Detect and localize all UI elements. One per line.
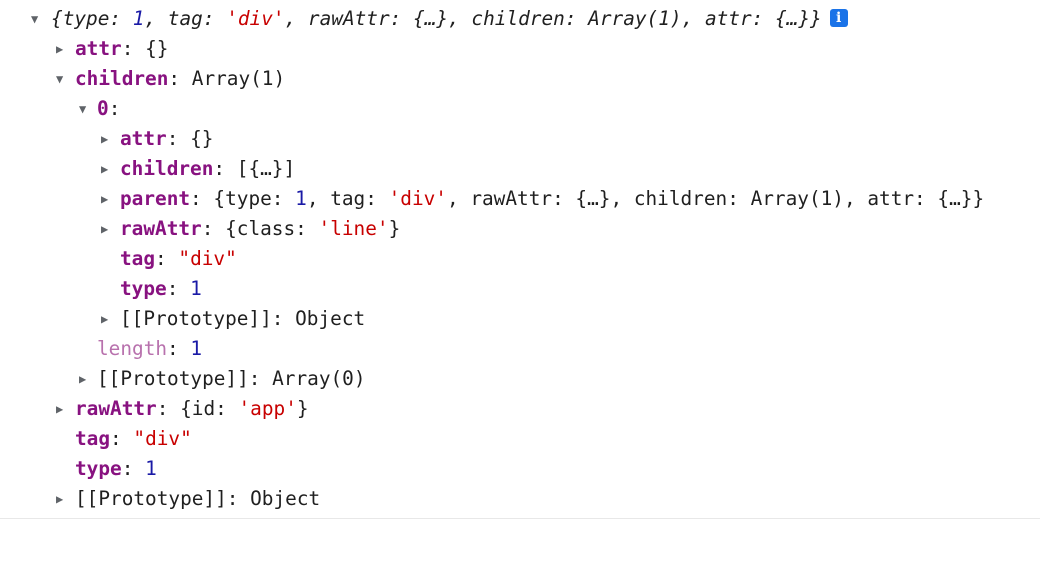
property-key: attr xyxy=(75,37,122,60)
property-value: 1 xyxy=(190,337,203,360)
property-key: type xyxy=(75,457,122,480)
collapsed-triangle-icon[interactable]: ▶ xyxy=(101,304,121,334)
property-key: parent xyxy=(120,187,191,210)
children-item-0-row[interactable]: ▼ 0: xyxy=(0,94,120,124)
property-value: Object xyxy=(250,487,321,510)
property-key: rawAttr xyxy=(120,217,202,240)
property-key: tag xyxy=(120,247,156,270)
property-value: "div" xyxy=(178,247,237,270)
item0-prototype-row[interactable]: ▶ [[Prototype]]: Object xyxy=(0,304,365,334)
property-key: [[Prototype]] xyxy=(75,487,227,510)
collapsed-triangle-icon[interactable]: ▶ xyxy=(79,364,99,394)
info-icon[interactable]: i xyxy=(829,9,848,27)
property-key: children xyxy=(120,157,214,180)
item0-attr-row[interactable]: ▶ attr: {} xyxy=(0,124,213,154)
property-value: Array(0) xyxy=(272,367,366,390)
property-key: attr xyxy=(120,127,167,150)
collapsed-triangle-icon[interactable]: ▶ xyxy=(101,214,121,244)
property-value: Object xyxy=(295,307,366,330)
property-value: 1 xyxy=(145,457,157,480)
collapsed-triangle-icon[interactable]: ▶ xyxy=(56,484,76,514)
collapsed-triangle-icon[interactable]: ▶ xyxy=(101,124,121,154)
root-prototype-row[interactable]: ▶ [[Prototype]]: Object xyxy=(0,484,320,514)
item0-rawattr-row[interactable]: ▶ rawAttr: {class: 'line'} xyxy=(0,214,400,244)
expanded-triangle-icon[interactable]: ▼ xyxy=(56,64,76,94)
root-tag-row: tag: "div" xyxy=(75,427,192,450)
property-key: length xyxy=(97,337,168,360)
property-key: rawAttr xyxy=(75,397,157,420)
property-key: [[Prototype]] xyxy=(120,307,272,330)
root-children-row[interactable]: ▼ children: Array(1) xyxy=(0,64,285,94)
property-key: 0 xyxy=(97,97,109,120)
expanded-triangle-icon[interactable]: ▼ xyxy=(79,94,99,124)
root-type-row: type: 1 xyxy=(75,457,157,480)
item0-parent-row[interactable]: ▶ parent: {type: 1, tag: 'div', rawAttr:… xyxy=(0,184,984,214)
property-key: type xyxy=(120,277,167,300)
collapsed-triangle-icon[interactable]: ▶ xyxy=(56,34,76,64)
root-object-summary: {type: 1, tag: 'div', rawAttr: {…}, chil… xyxy=(51,4,848,34)
children-length-row: length: 1 xyxy=(97,337,203,360)
root-rawattr-row[interactable]: ▶ rawAttr: {id: 'app'} xyxy=(0,394,309,424)
property-value: {} xyxy=(145,37,169,60)
property-value: [{…}] xyxy=(236,157,296,180)
property-key: [[Prototype]] xyxy=(97,367,249,390)
item0-children-row[interactable]: ▶ children: [{…}] xyxy=(0,154,295,184)
collapsed-triangle-icon[interactable]: ▶ xyxy=(56,394,76,424)
collapsed-triangle-icon[interactable]: ▶ xyxy=(101,184,121,214)
property-value: Array(1) xyxy=(191,67,286,90)
expanded-triangle-icon[interactable]: ▼ xyxy=(31,4,51,34)
collapsed-triangle-icon[interactable]: ▶ xyxy=(101,154,121,184)
property-value: 1 xyxy=(190,277,202,300)
console-row-divider xyxy=(0,518,1040,519)
item0-type-row: type: 1 xyxy=(120,277,202,300)
property-value: {} xyxy=(190,127,214,150)
item0-tag-row: tag: "div" xyxy=(120,247,237,270)
property-key: tag xyxy=(75,427,111,450)
root-object-row[interactable]: ▼ {type: 1, tag: 'div', rawAttr: {…}, ch… xyxy=(0,4,848,34)
property-value: "div" xyxy=(133,427,192,450)
property-key: children xyxy=(75,67,169,90)
children-prototype-row[interactable]: ▶ [[Prototype]]: Array(0) xyxy=(0,364,366,394)
root-attr-row[interactable]: ▶ attr: {} xyxy=(0,34,168,64)
